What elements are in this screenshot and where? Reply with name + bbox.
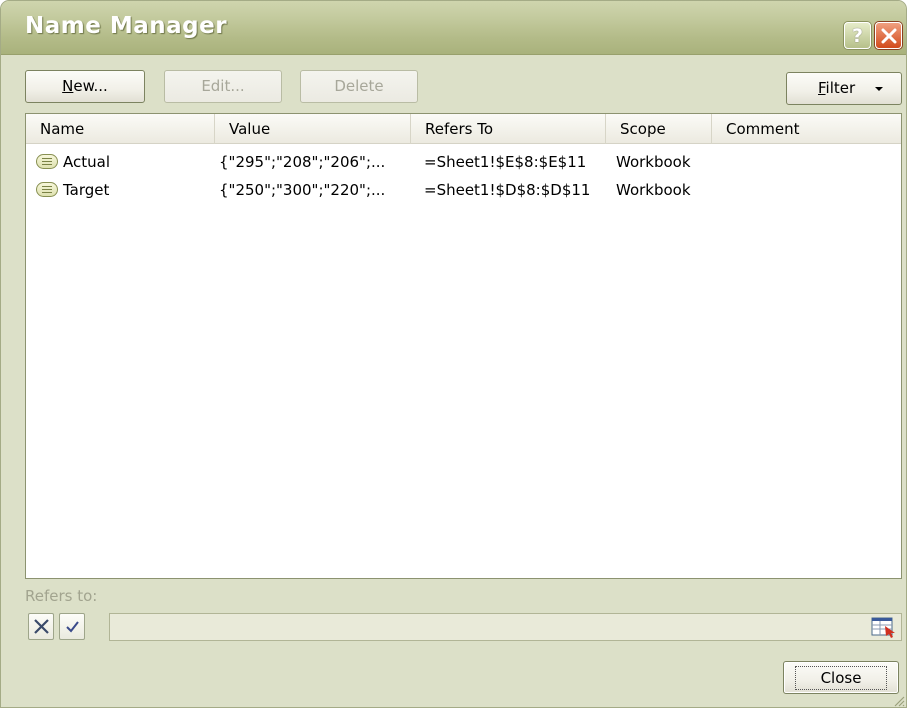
column-header-value[interactable]: Value [215,114,411,144]
cell-scope: Workbook [616,153,691,171]
new-button[interactable]: New... [25,70,145,103]
cancel-edit-button[interactable] [28,613,54,640]
new-label-rest: ew... [73,77,108,95]
delete-button[interactable]: Delete [300,70,418,103]
filter-accel: F [818,79,826,97]
new-accel: N [62,77,74,95]
filter-button[interactable]: Filter [786,72,902,105]
close-icon [881,28,897,44]
name-text: Actual [63,153,110,171]
table-row[interactable]: Target {"250";"300";"220";... =Sheet1!$D… [26,176,901,204]
edit-button[interactable]: Edit... [164,70,282,103]
dialog-title: Name Manager [25,13,228,39]
checkmark-icon [66,621,79,633]
cell-value: {"295";"208";"206";... [219,153,386,171]
name-manager-dialog: Name Manager ? New... Edit... Delete Fil… [0,0,907,708]
refers-to-label: Refers to: [25,587,98,605]
table-row[interactable]: Actual {"295";"208";"206";... =Sheet1!$E… [26,148,901,176]
cell-value: {"250";"300";"220";... [219,181,386,199]
named-range-icon [36,182,58,197]
help-icon: ? [851,25,864,47]
window-close-button[interactable] [875,22,902,49]
list-header: Name Value Refers To Scope Comment [26,114,901,144]
named-range-icon [36,154,58,169]
help-button[interactable]: ? [844,22,871,49]
accept-edit-button[interactable] [59,613,85,640]
collapse-dialog-icon[interactable] [867,615,900,639]
name-text: Target [63,181,110,199]
cell-refers-to: =Sheet1!$D$8:$D$11 [424,181,591,199]
x-icon [34,619,49,634]
close-button-label: Close [794,666,888,690]
title-bar[interactable]: Name Manager ? [1,1,906,55]
filter-label-rest: ilter [825,79,856,97]
refers-to-field[interactable] [109,613,902,641]
column-header-refers-to[interactable]: Refers To [411,114,606,144]
close-button[interactable]: Close [783,661,899,694]
column-header-name[interactable]: Name [26,114,215,144]
dropdown-arrow-icon [875,87,883,91]
column-header-comment[interactable]: Comment [712,114,901,144]
cell-scope: Workbook [616,181,691,199]
column-header-scope[interactable]: Scope [606,114,712,144]
cell-refers-to: =Sheet1!$E$8:$E$11 [424,153,587,171]
resize-grip-icon[interactable] [893,695,905,707]
names-list[interactable]: Name Value Refers To Scope Comment Actua… [25,113,902,579]
